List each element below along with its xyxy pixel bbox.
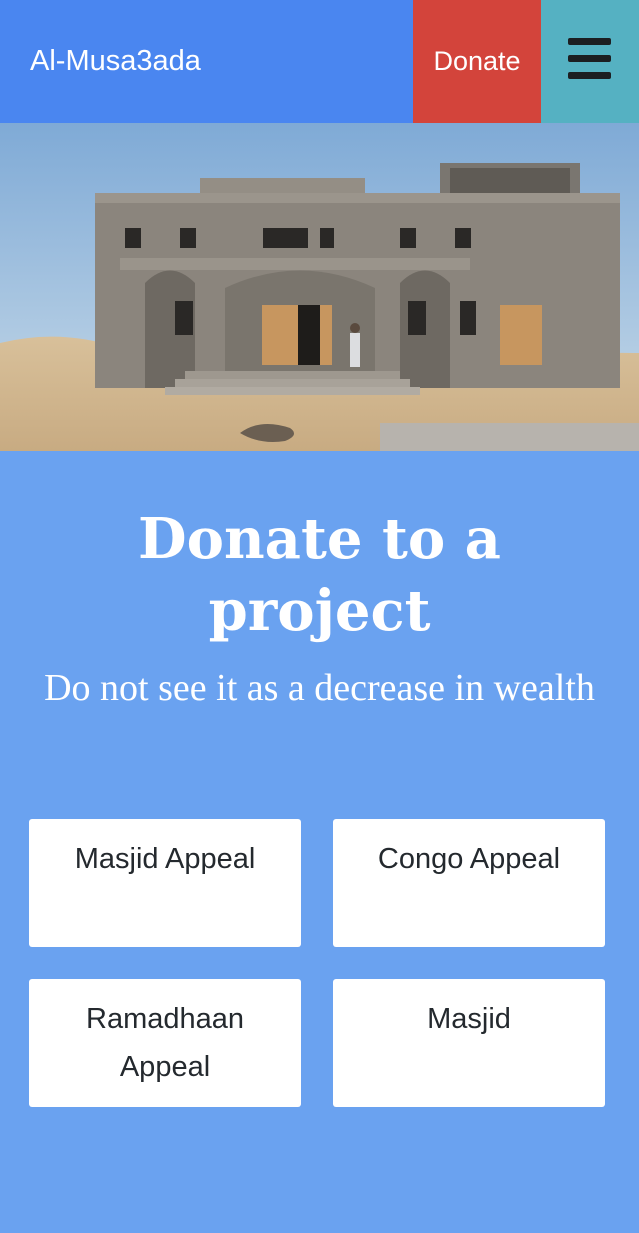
donate-button[interactable]: Donate [413,0,541,123]
project-card-masjid-appeal[interactable]: Masjid Appeal [29,819,301,947]
brand-link[interactable]: Al-Musa3ada [30,0,201,123]
section-subtitle: Do not see it as a decrease in wealth [44,667,595,709]
section-title: Donate to a project [138,506,501,644]
hero-image [0,123,639,451]
project-label: Congo Appeal [377,843,561,875]
menu-button[interactable] [541,0,639,123]
mosque-building-image [0,123,639,451]
project-card-ramadhaan-appeal[interactable]: Ramadhaan Appeal [29,979,301,1107]
project-card-masjid[interactable]: Masjid [333,979,605,1107]
navbar: Al-Musa3ada Donate [0,0,639,123]
project-label: Masjid Appeal [74,843,256,875]
project-card-congo-appeal[interactable]: Congo Appeal [333,819,605,947]
project-label: Ramadhaan Appeal [86,1003,244,1083]
project-label: Masjid [427,1003,511,1035]
